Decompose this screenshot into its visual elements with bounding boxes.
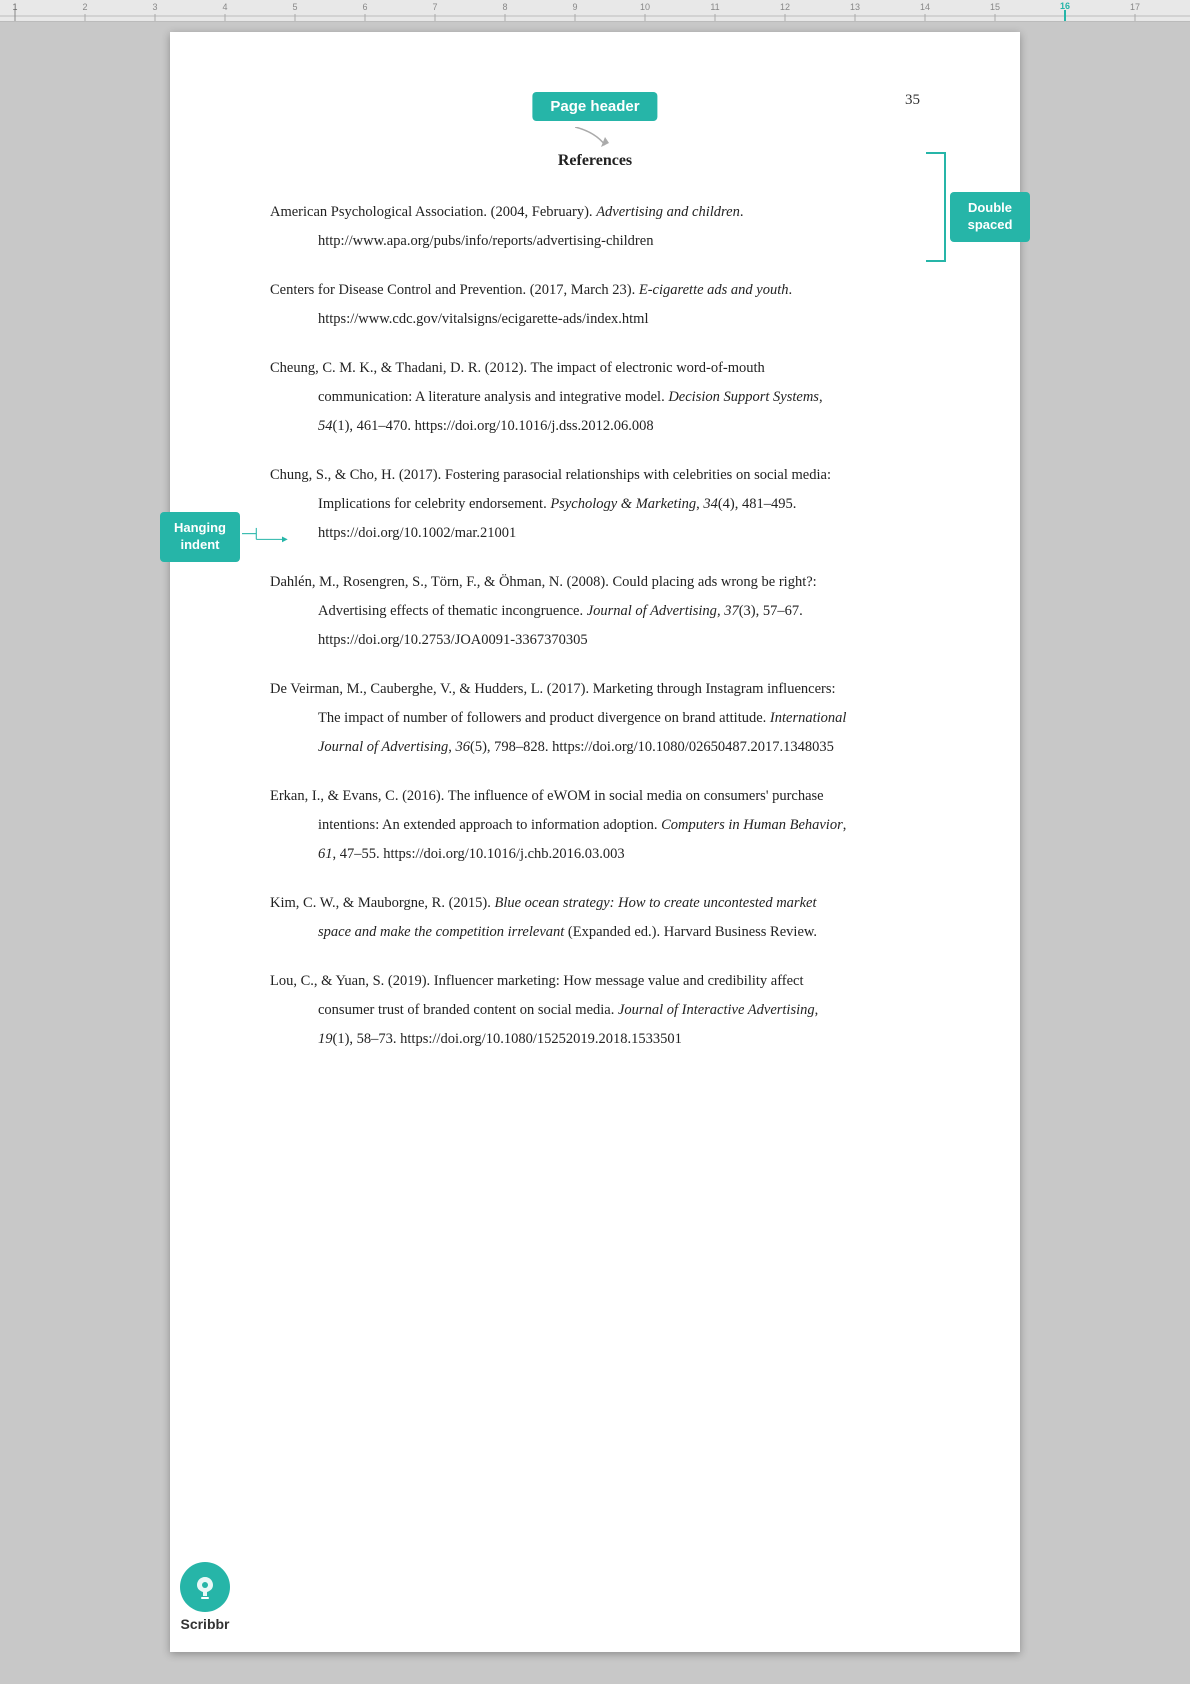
svg-text:17: 17 [1130, 2, 1140, 12]
page-number: 35 [905, 92, 920, 109]
svg-text:10: 10 [640, 2, 650, 12]
ref2-first-line: Centers for Disease Control and Preventi… [270, 276, 920, 305]
ref1-continuation: http://www.apa.org/pubs/info/reports/adv… [318, 227, 920, 256]
ref-entry-7: Erkan, I., & Evans, C. (2016). The influ… [270, 782, 920, 869]
svg-text:3: 3 [152, 2, 157, 12]
ref9-continuation1: consumer trust of branded content on soc… [318, 996, 920, 1025]
ref7-first-line: Erkan, I., & Evans, C. (2016). The influ… [270, 782, 920, 811]
page-wrapper: 1 2 3 4 5 6 7 8 9 10 11 12 13 1 [0, 0, 1190, 1684]
ref5-continuation1: Advertising effects of thematic incongru… [318, 597, 920, 626]
svg-text:5: 5 [292, 2, 297, 12]
double-spaced-badge: Double spaced [950, 192, 1030, 242]
ref6-continuation1: The impact of number of followers and pr… [318, 704, 920, 733]
ref5-first-line: Dahlén, M., Rosengren, S., Törn, F., & Ö… [270, 568, 920, 597]
ruler: 1 2 3 4 5 6 7 8 9 10 11 12 13 1 [0, 0, 1190, 22]
page-header-arrow [575, 127, 615, 152]
ref4-first-line: Chung, S., & Cho, H. (2017). Fostering p… [270, 461, 920, 490]
ref8-first-line: Kim, C. W., & Mauborgne, R. (2015). Blue… [270, 889, 920, 918]
page-header-badge: Page header [532, 92, 657, 121]
ref9-continuation2: 19(1), 58–73. https://doi.org/10.1080/15… [318, 1025, 920, 1054]
ref-entry-3: Cheung, C. M. K., & Thadani, D. R. (2012… [270, 354, 920, 441]
svg-text:12: 12 [780, 2, 790, 12]
ref9-first-line: Lou, C., & Yuan, S. (2019). Influencer m… [270, 967, 920, 996]
ref4-continuation2: https://doi.org/10.1002/mar.21001 [318, 519, 920, 548]
svg-text:8: 8 [502, 2, 507, 12]
ref3-continuation2: 54(1), 461–470. https://doi.org/10.1016/… [318, 412, 920, 441]
ref7-continuation1: intentions: An extended approach to info… [318, 811, 920, 840]
references-heading: References [270, 152, 920, 170]
hanging-indent-arrow [242, 524, 292, 549]
ref8-continuation1: space and make the competition irrelevan… [318, 918, 920, 947]
svg-text:14: 14 [920, 2, 930, 12]
double-spaced-bracket [926, 152, 946, 262]
svg-text:13: 13 [850, 2, 860, 12]
ref2-continuation: https://www.cdc.gov/vitalsigns/ecigarett… [318, 305, 920, 334]
ref7-continuation2: 61, 47–55. https://doi.org/10.1016/j.chb… [318, 840, 920, 869]
ref-entry-1: American Psychological Association. (200… [270, 198, 920, 256]
ref3-continuation1: communication: A literature analysis and… [318, 383, 920, 412]
hanging-indent-badge: Hanging indent [160, 512, 240, 562]
ref-entry-2: Centers for Disease Control and Preventi… [270, 276, 920, 334]
svg-text:15: 15 [990, 2, 1000, 12]
svg-text:11: 11 [710, 2, 719, 12]
ref1-first-line: American Psychological Association. (200… [270, 198, 920, 227]
scribbr-logo: Scribbr [180, 1562, 230, 1632]
svg-text:2: 2 [82, 2, 87, 12]
scribbr-icon [180, 1562, 230, 1612]
svg-text:1: 1 [12, 2, 17, 12]
svg-text:16: 16 [1060, 1, 1070, 11]
ref-entry-4: Chung, S., & Cho, H. (2017). Fostering p… [270, 461, 920, 548]
svg-text:7: 7 [432, 2, 437, 12]
svg-text:6: 6 [362, 2, 367, 12]
ref-entry-8: Kim, C. W., & Mauborgne, R. (2015). Blue… [270, 889, 920, 947]
scribbr-text: Scribbr [180, 1616, 229, 1632]
ref4-continuation1: Implications for celebrity endorsement. … [318, 490, 920, 519]
ref-entry-6: De Veirman, M., Cauberghe, V., & Hudders… [270, 675, 920, 762]
ref6-continuation2: Journal of Advertising, 36(5), 798–828. … [318, 733, 920, 762]
svg-text:4: 4 [222, 2, 227, 12]
ref-entry-9: Lou, C., & Yuan, S. (2019). Influencer m… [270, 967, 920, 1054]
ref-entry-5: Dahlén, M., Rosengren, S., Törn, F., & Ö… [270, 568, 920, 655]
ref6-first-line: De Veirman, M., Cauberghe, V., & Hudders… [270, 675, 920, 704]
ref5-continuation2: https://doi.org/10.2753/JOA0091-33673703… [318, 626, 920, 655]
document: Page header 35 References Double spaced … [170, 32, 1020, 1652]
svg-text:9: 9 [572, 2, 577, 12]
ref3-first-line: Cheung, C. M. K., & Thadani, D. R. (2012… [270, 354, 920, 383]
